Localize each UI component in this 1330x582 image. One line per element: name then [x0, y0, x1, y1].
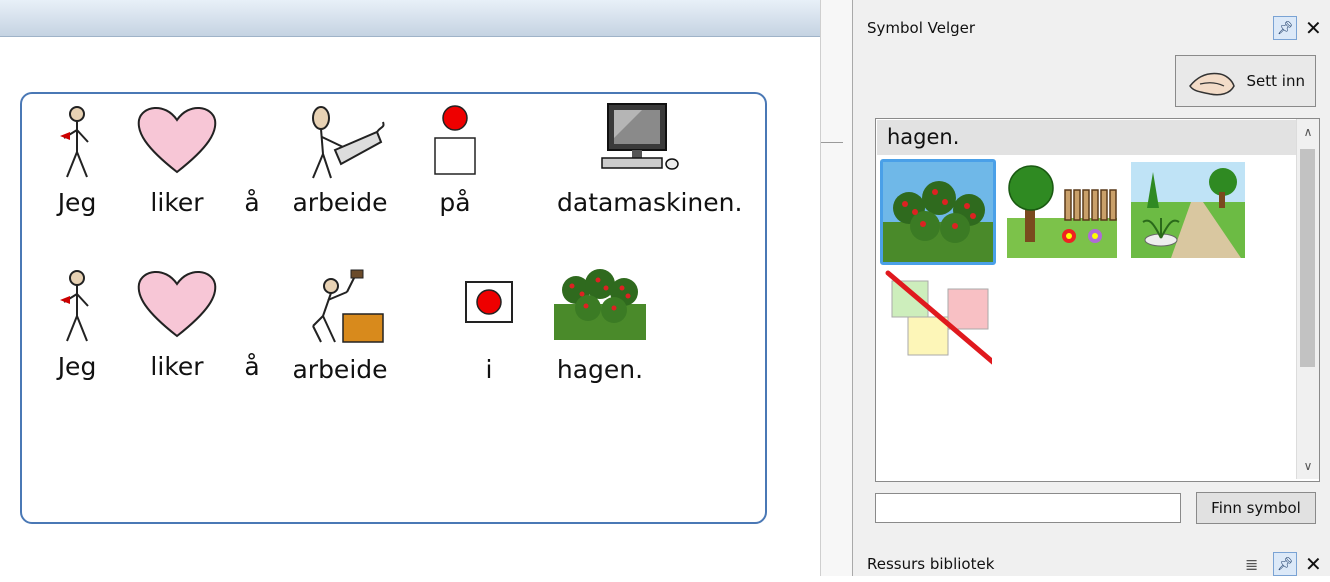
symbol-chooser-panel: Symbol Velger 📌︎ ✕ Sett inn hagen. ∧ ∨ F…: [852, 0, 1330, 576]
close-icon[interactable]: ✕: [1305, 16, 1322, 40]
symbol-result-park-fountain[interactable]: [1131, 162, 1245, 262]
orchard-trees-icon: [883, 162, 993, 262]
symbol-results-list[interactable]: hagen. ∧ ∨: [875, 118, 1320, 482]
symbol-cell-hagen[interactable]: hagen.: [545, 266, 655, 386]
person-typing-keyboard-icon: [312, 106, 385, 179]
word-label: arbeide: [292, 355, 388, 384]
hand-insert-icon: [1189, 72, 1235, 96]
in-symbol-icon: [465, 281, 513, 323]
symbol-cell-arbeide-2[interactable]: arbeide: [285, 266, 395, 386]
document-area[interactable]: Jeg liker å arbeide på datamaskinen. Jeg…: [0, 0, 820, 576]
symbol-cell-arbeide[interactable]: arbeide: [285, 102, 395, 222]
results-header: hagen.: [877, 120, 1296, 155]
scroll-up-icon[interactable]: ∧: [1297, 121, 1319, 143]
word-label: på: [439, 188, 471, 217]
symbol-cell-paa[interactable]: på: [400, 102, 510, 222]
list-view-icon[interactable]: ≣: [1245, 555, 1258, 574]
symbol-cell-jeg-2[interactable]: Jeg: [22, 266, 132, 386]
symbol-result-no-symbol[interactable]: [882, 269, 997, 369]
word-label: i: [485, 355, 493, 384]
no-symbol-icon: [885, 270, 997, 366]
word-label: Jeg: [57, 188, 97, 217]
symbol-cell-jeg[interactable]: Jeg: [22, 102, 132, 222]
resource-library-title: Ressurs bibliotek: [867, 555, 995, 573]
park-fountain-icon: [1131, 162, 1245, 258]
garden-trees-icon: [554, 269, 646, 340]
scrollbar-thumb[interactable]: [1300, 149, 1315, 367]
garden-fence-flowers-icon: [1007, 162, 1117, 258]
symbol-search-input[interactable]: [875, 493, 1181, 523]
results-scrollbar[interactable]: ∧ ∨: [1296, 119, 1319, 479]
word-label: arbeide: [292, 188, 388, 217]
pin-icon[interactable]: 📌︎: [1273, 16, 1297, 40]
person-hammering-icon: [312, 269, 384, 343]
symbol-result-orchard[interactable]: [880, 159, 996, 265]
word-label: hagen.: [556, 355, 644, 384]
splitter-mark: [821, 142, 843, 153]
symbol-panel-header: Symbol Velger 📌︎ ✕: [853, 10, 1330, 46]
person-pointing-self-icon: [60, 106, 89, 178]
symbol-panel-title: Symbol Velger: [867, 19, 976, 37]
pin-icon[interactable]: 📌︎: [1273, 552, 1297, 576]
insert-symbol-button[interactable]: Sett inn: [1175, 55, 1316, 107]
symbol-result-garden-fence[interactable]: [1007, 162, 1117, 262]
panel-splitter[interactable]: [820, 0, 853, 576]
desktop-computer-icon: [601, 103, 679, 170]
person-pointing-self-icon: [60, 270, 89, 342]
symbol-cell-i[interactable]: i: [434, 266, 544, 386]
symbol-writing-frame[interactable]: Jeg liker å arbeide på datamaskinen. Jeg…: [20, 92, 767, 524]
scroll-down-icon[interactable]: ∨: [1297, 455, 1319, 477]
document-top-bar: [0, 0, 820, 37]
insert-button-label: Sett inn: [1246, 72, 1305, 90]
close-icon[interactable]: ✕: [1305, 552, 1322, 576]
resource-library-header: Ressurs bibliotek ≣ 📌︎ ✕: [853, 546, 1330, 582]
find-symbol-button[interactable]: Finn symbol: [1196, 492, 1316, 524]
on-top-symbol-icon: [434, 105, 476, 175]
word-label: Jeg: [57, 352, 97, 381]
word-label: datamaskinen.: [557, 188, 743, 217]
symbol-cell-datamaskinen[interactable]: datamaskinen.: [557, 102, 743, 222]
